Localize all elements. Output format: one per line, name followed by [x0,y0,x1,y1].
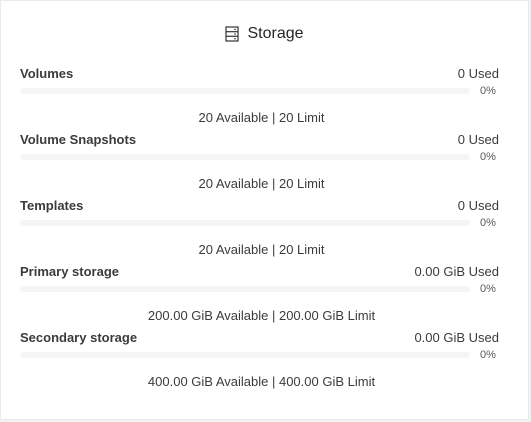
progress-bar [20,154,470,160]
section-availability: 20 Available | 20 Limit [198,110,325,125]
progress-percent: 0% [480,217,496,229]
section-title: Secondary storage [20,330,138,345]
storage-card: Storage Volumes 0 Used 0% 20 Available |… [0,0,529,420]
section-availability: 20 Available | 20 Limit [198,242,325,257]
section-templates: Templates 0 Used 0% 20 Available | 20 Li… [20,198,499,264]
section-primary-storage: Primary storage 0.00 GiB Used 0% 200.00 … [20,264,499,330]
section-volumes: Volumes 0 Used 0% 20 Available | 20 Limi… [20,66,499,132]
section-title: Volume Snapshots [20,132,137,147]
section-availability: 20 Available | 20 Limit [198,176,325,191]
database-icon [225,26,240,42]
section-used: 0 Used [457,198,499,213]
progress-percent: 0% [480,151,496,163]
section-title: Templates [20,198,84,213]
progress-bar [20,220,470,226]
progress-bar [20,88,470,94]
section-volume-snapshots: Volume Snapshots 0 Used 0% 20 Available … [20,132,499,198]
progress-percent: 0% [480,349,496,361]
section-availability: 400.00 GiB Available | 400.00 GiB Limit [147,374,376,389]
section-title: Primary storage [20,264,119,279]
progress-percent: 0% [480,283,496,295]
section-availability: 200.00 GiB Available | 200.00 GiB Limit [147,308,376,323]
section-used: 0 Used [457,66,499,81]
progress-bar [20,352,470,358]
card-header: Storage [1,22,528,46]
progress-bar [20,286,470,292]
card-title: Storage [247,25,304,42]
section-used: 0.00 GiB Used [414,330,499,345]
section-secondary-storage: Secondary storage 0.00 GiB Used 0% 400.0… [20,330,499,396]
section-title: Volumes [20,66,74,81]
section-used: 0 Used [457,132,499,147]
progress-percent: 0% [480,85,496,97]
section-used: 0.00 GiB Used [414,264,499,279]
